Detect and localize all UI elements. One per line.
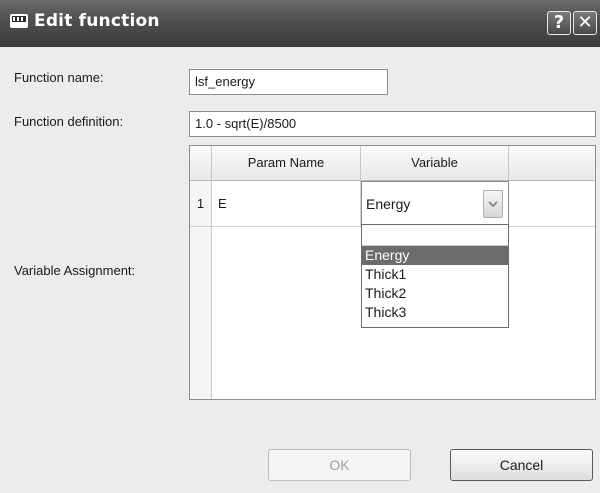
dropdown-blank-option[interactable] xyxy=(362,225,508,246)
title-bar[interactable]: Edit function ? ✕ xyxy=(0,0,600,47)
dropdown-option-thick2[interactable]: Thick2 xyxy=(362,284,508,303)
window-app-icon xyxy=(10,14,28,28)
column-header-variable[interactable]: Variable xyxy=(361,146,509,180)
dropdown-option-thick1[interactable]: Thick1 xyxy=(362,265,508,284)
window-title: Edit function xyxy=(34,11,160,31)
ok-button[interactable]: OK xyxy=(268,449,411,481)
column-header-param-name[interactable]: Param Name xyxy=(212,146,361,180)
function-name-input[interactable]: lsf_energy xyxy=(189,69,388,95)
function-definition-input[interactable]: 1.0 - sqrt(E)/8500 xyxy=(189,111,596,137)
variable-assignment-label: Variable Assignment: xyxy=(14,263,136,278)
close-icon: ✕ xyxy=(577,12,593,33)
cancel-button[interactable]: Cancel xyxy=(450,449,593,481)
close-button[interactable]: ✕ xyxy=(573,11,597,35)
help-button[interactable]: ? xyxy=(547,11,571,35)
row-header-corner xyxy=(190,146,212,180)
row-number: 1 xyxy=(196,196,205,211)
table-row[interactable]: 1 E Energy xyxy=(190,181,595,227)
variable-combobox-value: Energy xyxy=(366,196,411,212)
chevron-down-icon xyxy=(488,201,498,208)
function-definition-label: Function definition: xyxy=(14,114,124,129)
variable-combobox[interactable]: Energy xyxy=(361,181,509,226)
edit-function-dialog: Edit function ? ✕ Function name: lsf_ene… xyxy=(0,0,600,493)
dropdown-option-thick3[interactable]: Thick3 xyxy=(362,303,508,322)
param-name-cell[interactable]: E xyxy=(218,181,227,226)
function-name-label: Function name: xyxy=(14,70,104,85)
dropdown-option-energy[interactable]: Energy xyxy=(362,246,508,265)
help-icon: ? xyxy=(553,12,565,33)
combobox-dropdown-button[interactable] xyxy=(483,190,503,218)
grid-header: Param Name Variable xyxy=(190,146,595,181)
variable-dropdown-list[interactable]: Energy Thick1 Thick2 Thick3 xyxy=(361,224,509,328)
